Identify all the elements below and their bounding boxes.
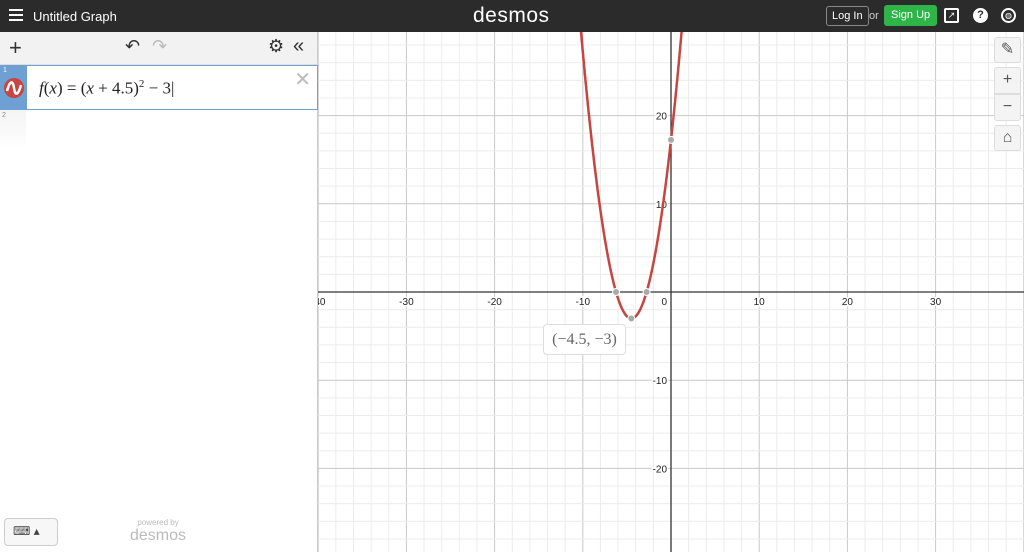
point-coordinate-label: (−4.5, −3) bbox=[543, 324, 626, 355]
login-button[interactable]: Log In bbox=[826, 6, 869, 26]
x-tick-label: 20 bbox=[842, 297, 854, 308]
collapse-panel-button[interactable]: « bbox=[293, 35, 304, 58]
x-tick-label: -30 bbox=[399, 297, 414, 308]
expression-toolbar: + ↶ ↷ ⚙ « bbox=[0, 32, 317, 65]
top-bar: Untitled Graph desmos Log In or Sign Up … bbox=[0, 0, 1024, 32]
function-curve bbox=[579, 32, 683, 320]
share-icon[interactable]: ↗ bbox=[944, 8, 959, 23]
x-tick-label: 30 bbox=[930, 297, 942, 308]
expression-row[interactable]: 1 f(x) = (x + 4.5)2 − 3| ✕ bbox=[0, 65, 318, 110]
graph-canvas[interactable]: -40-30-20-1001020302010-10-20 bbox=[318, 32, 1024, 552]
eq: = ( bbox=[62, 78, 87, 98]
delete-expression-icon[interactable]: ✕ bbox=[294, 67, 311, 92]
zoom-out-button[interactable]: − bbox=[994, 94, 1021, 121]
point-of-interest bbox=[667, 135, 675, 144]
x-tick-label: -20 bbox=[487, 297, 502, 308]
y-tick-label: -20 bbox=[653, 464, 668, 475]
expression-index: 1 bbox=[3, 67, 7, 74]
y-tick-label: 20 bbox=[656, 112, 668, 123]
desmos-logo: desmos bbox=[473, 4, 550, 27]
powered-by-desmos: powered by desmos bbox=[130, 518, 186, 545]
zoom-in-button[interactable]: + bbox=[994, 67, 1021, 94]
undo-button[interactable]: ↶ bbox=[125, 36, 140, 57]
expression-tab-empty[interactable]: 2 bbox=[0, 110, 26, 150]
add-item-button[interactable]: + bbox=[9, 35, 22, 61]
signup-button[interactable]: Sign Up bbox=[884, 5, 938, 26]
x-tick-label: -10 bbox=[576, 297, 591, 308]
term: + 4.5) bbox=[93, 78, 139, 98]
point-of-interest bbox=[612, 288, 621, 296]
powered-brand: desmos bbox=[130, 527, 187, 544]
or-label: or bbox=[869, 10, 879, 22]
graph-settings-wrench-icon[interactable]: ✎ bbox=[994, 37, 1021, 63]
point-of-interest bbox=[627, 314, 636, 323]
x-tick-label: 0 bbox=[661, 297, 667, 308]
term: − 3 bbox=[144, 78, 172, 98]
graph-style-icon[interactable] bbox=[4, 78, 24, 98]
expression-index: 2 bbox=[2, 112, 6, 119]
expression-panel: + ↶ ↷ ⚙ « 1 f(x) = (x + 4.5)2 − 3| ✕ 2 ⌨… bbox=[0, 32, 318, 552]
x-tick-label: -40 bbox=[318, 297, 326, 308]
graph-title[interactable]: Untitled Graph bbox=[33, 9, 117, 24]
var: x bbox=[49, 78, 57, 98]
help-icon[interactable]: ? bbox=[973, 8, 988, 23]
y-tick-label: -10 bbox=[653, 376, 668, 387]
redo-button[interactable]: ↷ bbox=[152, 36, 167, 57]
expression-tab[interactable]: 1 bbox=[1, 66, 27, 109]
x-tick-label: 10 bbox=[754, 297, 766, 308]
var: x bbox=[86, 78, 94, 98]
home-view-button[interactable]: ⌂ bbox=[994, 125, 1021, 151]
point-of-interest bbox=[642, 288, 651, 296]
keyboard-toggle-button[interactable]: ⌨ ▴ bbox=[4, 518, 58, 546]
settings-gear-icon[interactable]: ⚙ bbox=[268, 36, 284, 57]
menu-icon[interactable] bbox=[9, 9, 23, 21]
expression-input[interactable]: f(x) = (x + 4.5)2 − 3| bbox=[39, 78, 174, 99]
globe-icon[interactable]: ◍ bbox=[1001, 8, 1016, 23]
powered-label: powered by bbox=[137, 518, 179, 527]
